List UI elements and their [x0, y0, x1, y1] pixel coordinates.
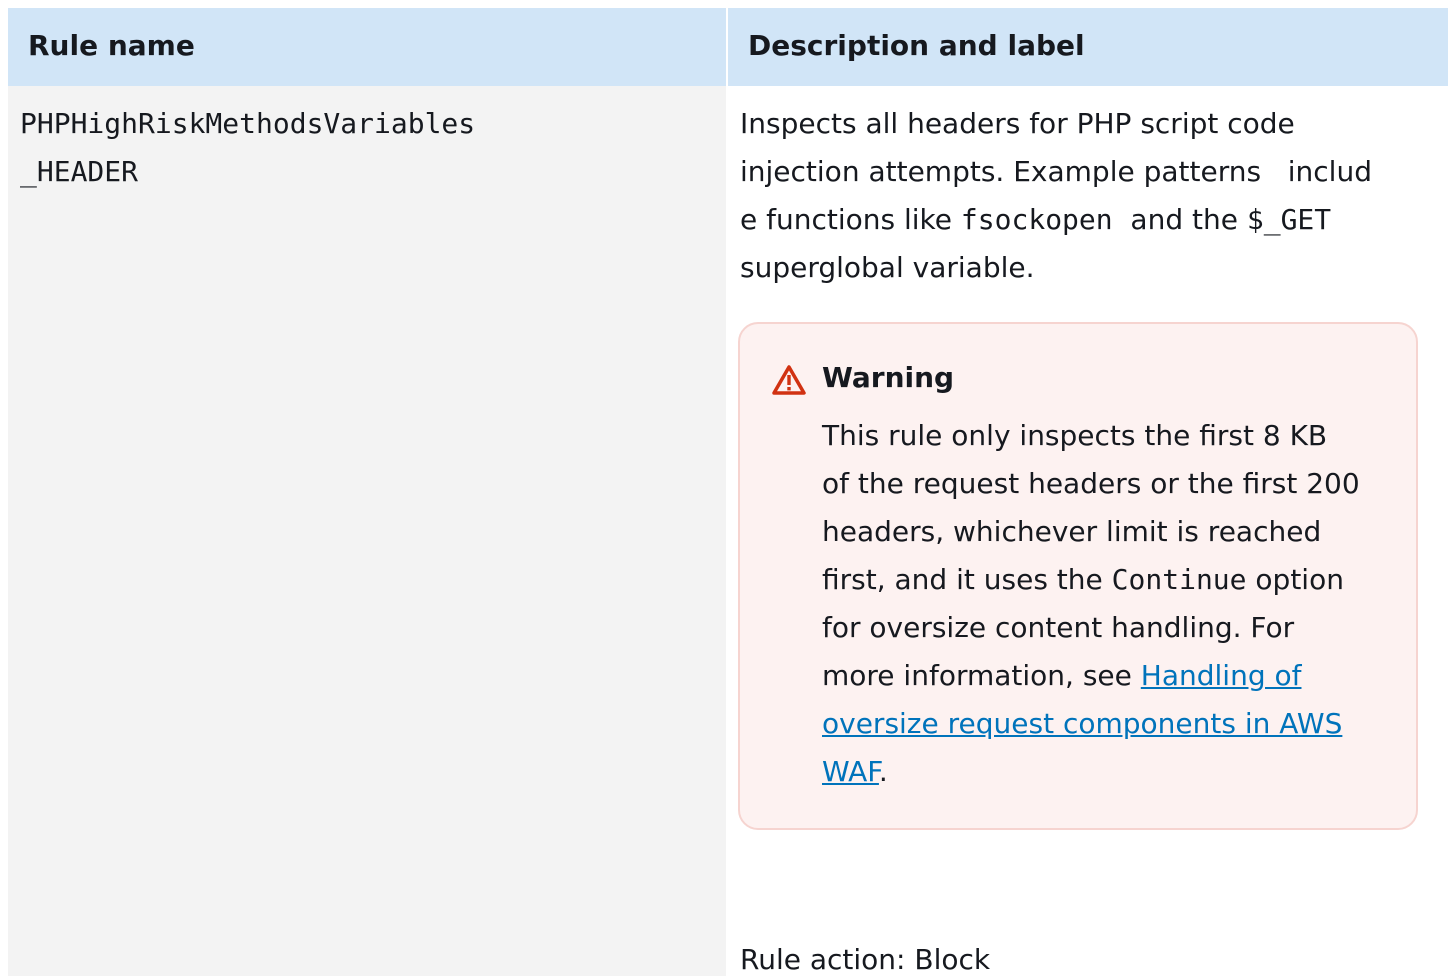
warning-line: of the request headers or the first 200	[822, 467, 1360, 500]
rule-name: PHPHighRiskMethodsVariables _HEADER	[20, 100, 580, 196]
description-line: e functions like fsockopen and the $_GET	[740, 196, 1410, 244]
warning-line: more information, see Handling of	[822, 652, 1402, 700]
warning-line: WAF.	[822, 748, 1402, 796]
code-continue: Continue	[1111, 563, 1247, 596]
rule-name-line: _HEADER	[20, 155, 139, 188]
rule-name-cell	[8, 86, 726, 976]
rule-action: Rule action: Block	[740, 943, 991, 976]
warning-line: oversize request components in AWS	[822, 700, 1402, 748]
rule-name-line: PHPHighRiskMethodsVariables	[20, 107, 476, 140]
warning-text: more information, see	[822, 659, 1141, 692]
warning-body: This rule only inspects the first 8 KB o…	[822, 412, 1402, 796]
oversize-components-link[interactable]: oversize request components in AWS	[822, 707, 1342, 740]
warning-triangle-icon	[772, 365, 806, 395]
warning-text: .	[878, 755, 888, 788]
description-text: e functions like	[740, 203, 961, 236]
rule-description: Inspects all headers for PHP script code…	[740, 100, 1410, 292]
description-line: Inspects all headers for PHP script code	[740, 107, 1295, 140]
description-line: superglobal variable.	[740, 251, 1035, 284]
warning-text: option	[1246, 563, 1344, 596]
warning-line: for oversize content handling. For	[822, 611, 1295, 644]
warning-text: first, and it uses the	[822, 563, 1112, 596]
warning-callout: Warning This rule only inspects the firs…	[738, 322, 1418, 830]
table-header-row: Rule name Description and label	[8, 8, 1448, 86]
description-text: and the	[1112, 203, 1247, 236]
warning-line: This rule only inspects the first 8 KB	[822, 419, 1328, 452]
warning-line: first, and it uses the Continue option	[822, 556, 1402, 604]
code-get-variable: $_GET	[1246, 203, 1332, 236]
warning-title: Warning	[822, 361, 955, 394]
description-line: injection attempts. Example patterns inc…	[740, 155, 1372, 188]
column-header-description: Description and label	[748, 29, 1085, 62]
column-divider	[726, 8, 728, 976]
oversize-components-link[interactable]: Handling of	[1141, 659, 1302, 692]
oversize-components-link[interactable]: WAF	[822, 755, 879, 788]
column-header-rule-name: Rule name	[28, 29, 195, 62]
code-fsockopen: fsockopen	[960, 203, 1113, 236]
warning-line: headers, whichever limit is reached	[822, 515, 1322, 548]
